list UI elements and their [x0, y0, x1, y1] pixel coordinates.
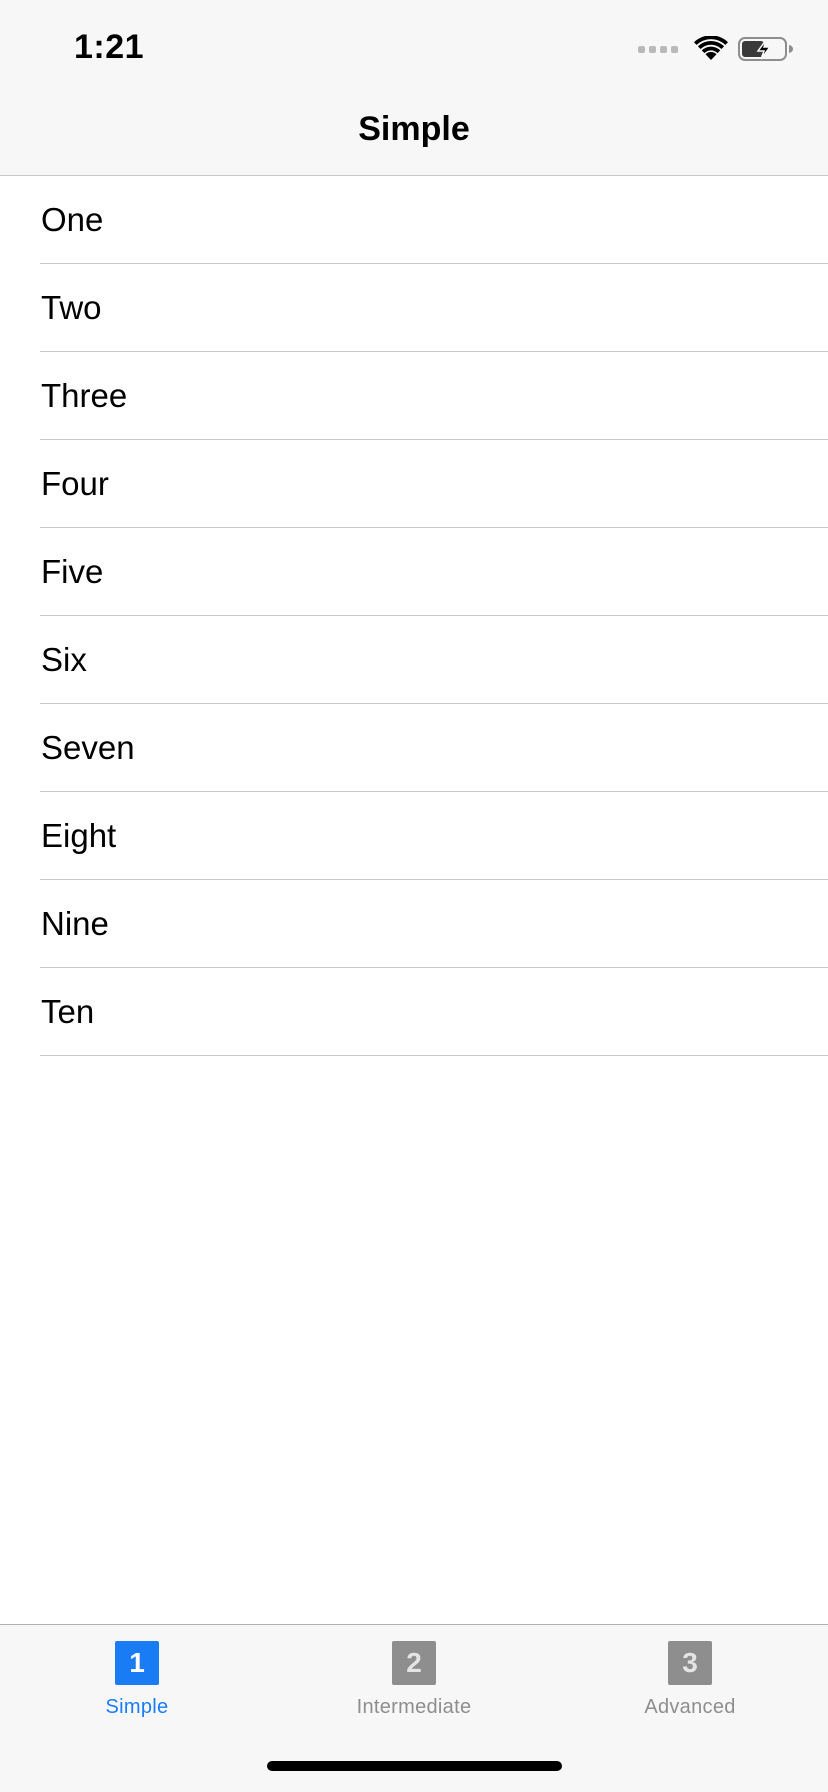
list-item[interactable]: Five — [0, 528, 828, 616]
list-item[interactable]: Six — [0, 616, 828, 704]
list-item-label: Eight — [41, 817, 117, 854]
list-item-label: Two — [41, 289, 102, 326]
wifi-icon — [694, 36, 728, 60]
status-icons — [638, 34, 794, 64]
top-bar: 1:21 Simple — [0, 0, 828, 176]
list-item[interactable]: Seven — [0, 704, 828, 792]
list-item-label: Nine — [41, 905, 109, 942]
battery-charging-icon — [738, 37, 793, 61]
signal-icon — [638, 45, 678, 53]
home-indicator[interactable] — [267, 1761, 562, 1771]
list-item[interactable]: Nine — [0, 880, 828, 968]
tab-intermediate[interactable]: 2 Intermediate — [314, 1641, 514, 1719]
list-item-label: Ten — [41, 993, 95, 1030]
list-item-label: Six — [41, 641, 87, 678]
page-title: Simple — [358, 110, 470, 148]
list-item-label: One — [41, 201, 104, 238]
table-list: One Two Three Four Five Six Seven Eight — [0, 176, 828, 1056]
row-separator — [40, 1055, 828, 1056]
status-time: 1:21 — [74, 28, 145, 66]
tab-intermediate-number-icon: 2 — [392, 1641, 436, 1685]
list-item[interactable]: Four — [0, 440, 828, 528]
app-screen: 1:21 Simple One Two Three Four Five Six … — [0, 0, 828, 1792]
list-item[interactable]: One — [0, 176, 828, 264]
tab-advanced-number-icon: 3 — [668, 1641, 712, 1685]
list-item-label: Three — [41, 377, 128, 414]
tab-advanced[interactable]: 3 Advanced — [590, 1641, 790, 1719]
list-item[interactable]: Eight — [0, 792, 828, 880]
list-item[interactable]: Two — [0, 264, 828, 352]
list-item[interactable]: Three — [0, 352, 828, 440]
list-item-label: Five — [41, 553, 104, 590]
list-item-label: Seven — [41, 729, 135, 766]
tab-simple[interactable]: 1 Simple — [37, 1641, 237, 1719]
tab-advanced-label: Advanced — [644, 1696, 736, 1718]
tab-intermediate-label: Intermediate — [356, 1696, 472, 1718]
list-item-label: Four — [41, 465, 109, 502]
list-item[interactable]: Ten — [0, 968, 828, 1056]
tab-simple-number-icon: 1 — [115, 1641, 159, 1685]
tab-simple-label: Simple — [105, 1696, 169, 1718]
